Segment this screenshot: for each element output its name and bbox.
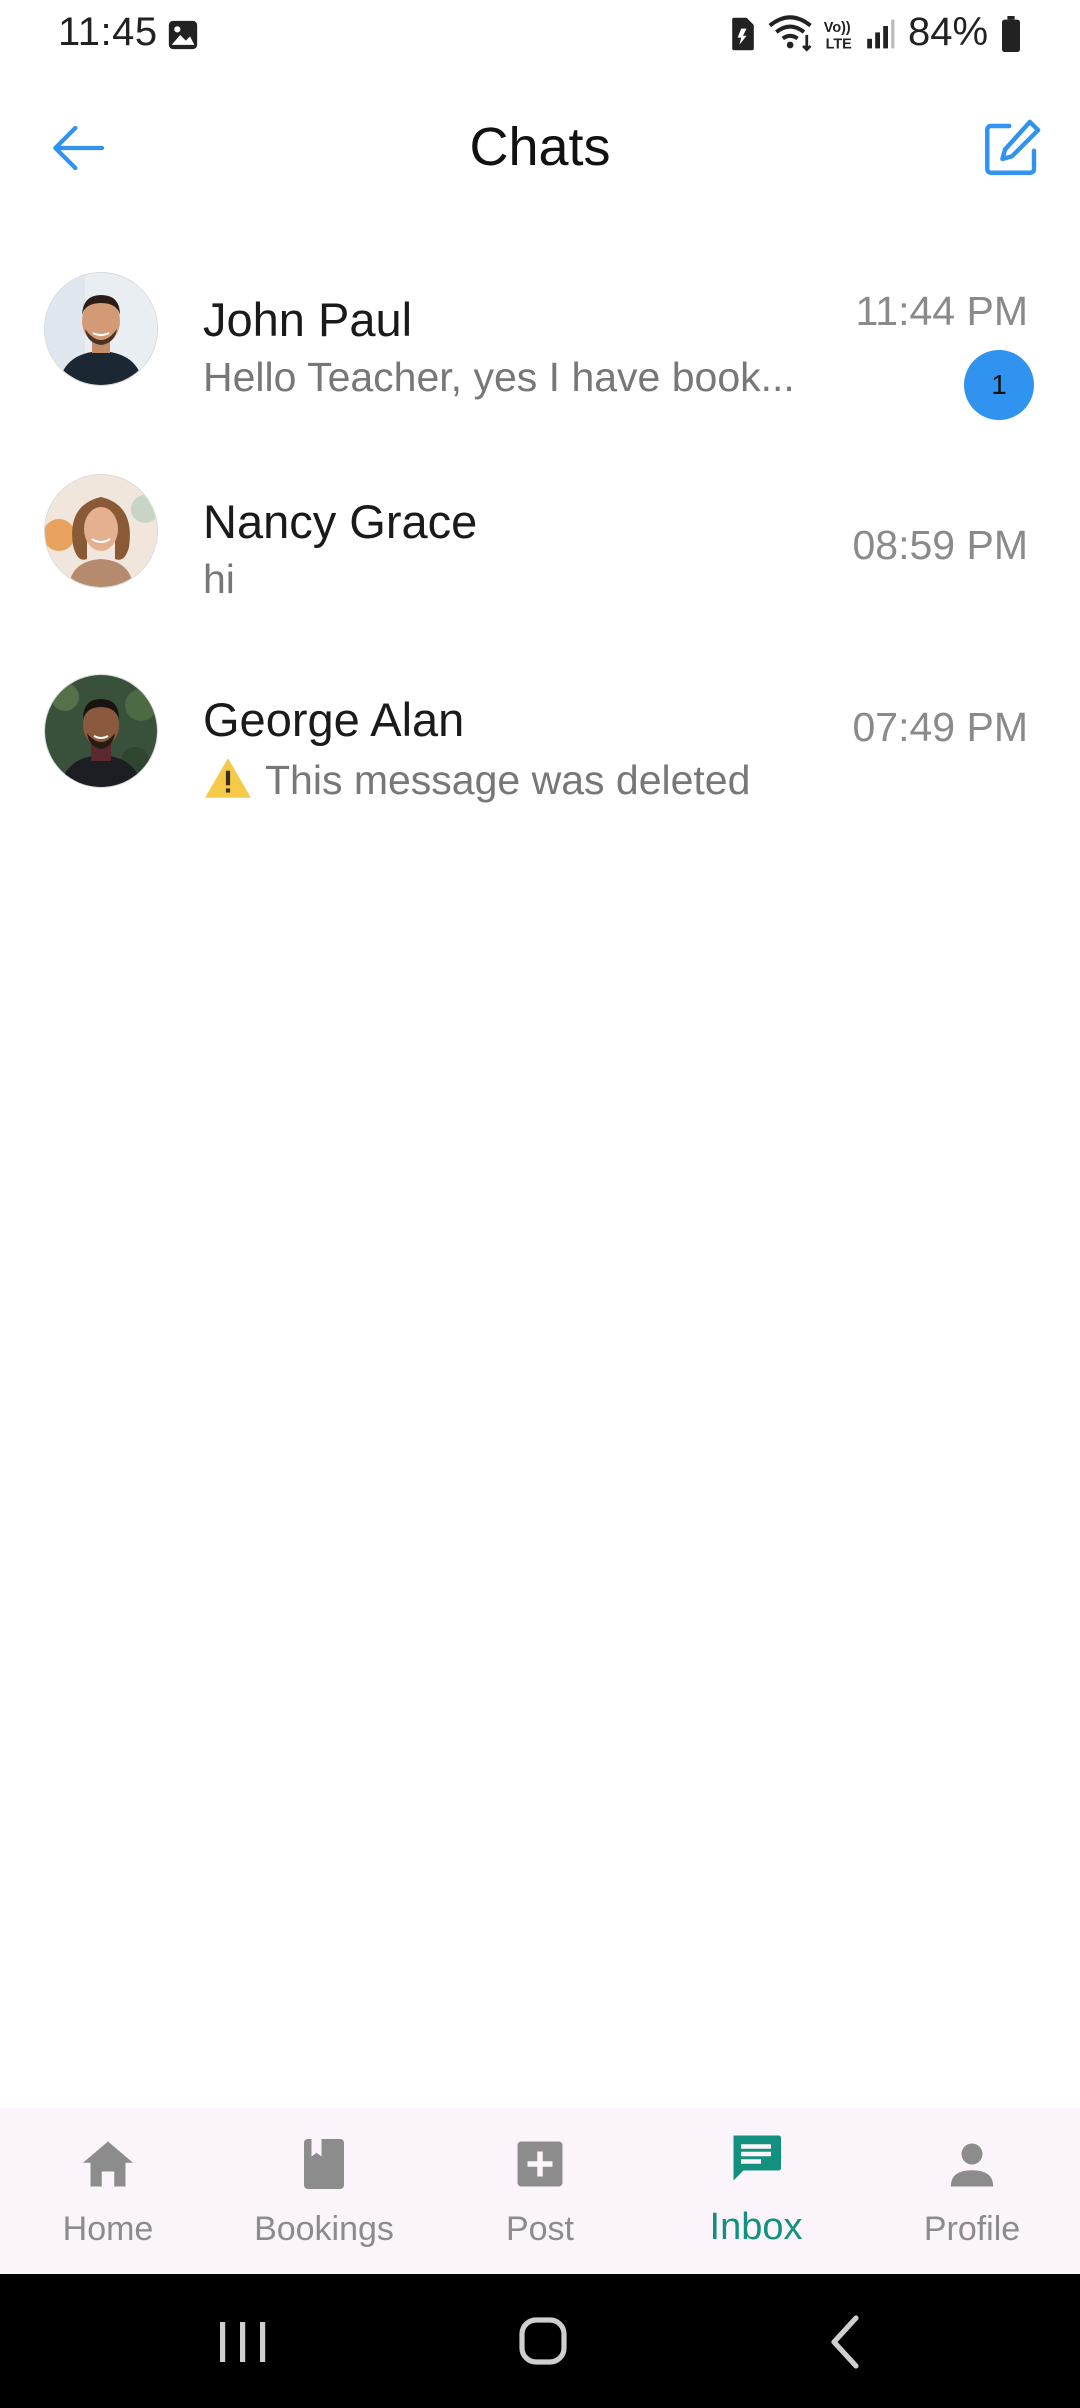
chat-row-nancy-grace[interactable]: Nancy Grace hi 08:59 PM <box>0 472 1080 662</box>
home-icon <box>83 2141 133 2187</box>
chat-row-george-alan[interactable]: George Alan This message was deleted 07:… <box>0 674 1080 864</box>
chat-name: John Paul <box>203 293 413 346</box>
avatar <box>44 272 158 386</box>
chat-time: 08:59 PM <box>852 522 1029 568</box>
compose-button[interactable] <box>972 108 1052 188</box>
nav-label: Post <box>505 2210 575 2248</box>
nav-item-inbox[interactable]: Inbox <box>648 2108 864 2274</box>
avatar <box>44 674 158 788</box>
status-time: 11:45 <box>58 10 158 54</box>
app-header: Chats <box>0 90 1080 210</box>
wifi-icon <box>768 15 812 52</box>
nav-item-profile[interactable]: Profile <box>864 2108 1080 2274</box>
signal-icon <box>867 19 895 49</box>
chat-name: George Alan <box>203 693 465 746</box>
nav-label: Profile <box>923 2210 1021 2248</box>
sim-icon <box>732 17 754 51</box>
nav-label: Inbox <box>709 2206 803 2248</box>
svg-text:LTE: LTE <box>826 36 853 52</box>
chat-time: 07:49 PM <box>852 704 1029 750</box>
chat-preview-text: This message was deleted <box>265 757 751 803</box>
unread-badge: 1 <box>964 350 1034 420</box>
person-icon <box>950 2143 994 2187</box>
system-nav-bar <box>0 2274 1080 2408</box>
gallery-icon <box>168 20 198 50</box>
chat-preview: This message was deleted <box>203 756 750 804</box>
nav-item-home[interactable]: Home <box>0 2108 216 2274</box>
page-title: Chats <box>469 117 611 177</box>
back-nav-icon[interactable] <box>812 2310 882 2374</box>
home-nav-icon[interactable] <box>508 2310 578 2374</box>
nav-item-bookings[interactable]: Bookings <box>216 2108 432 2274</box>
recent-apps-icon[interactable] <box>208 2310 278 2374</box>
nav-label: Home <box>62 2210 154 2248</box>
chat-icon <box>733 2135 781 2181</box>
avatar <box>44 474 158 588</box>
svg-text:Vo)): Vo)) <box>824 20 851 36</box>
chat-time: 11:44 PM <box>855 288 1028 334</box>
nav-label: Bookings <box>254 2210 394 2248</box>
battery-icon <box>1002 16 1020 52</box>
compose-icon <box>985 119 1041 175</box>
battery-percent: 84% <box>908 10 989 54</box>
bookmark-icon <box>304 2139 344 2189</box>
add-box-icon <box>517 2141 563 2187</box>
warning-icon <box>205 758 251 798</box>
nav-item-post[interactable]: Post <box>432 2108 648 2274</box>
chat-row-john-paul[interactable]: John Paul Hello Teacher, yes I have book… <box>0 270 1080 460</box>
bottom-nav: Home Bookings Post Inbox Profile <box>0 2108 1080 2274</box>
chat-preview: hi <box>203 556 235 602</box>
volte-icon: Vo)) LTE <box>824 20 853 52</box>
chat-preview: Hello Teacher, yes I have book... <box>203 354 795 400</box>
chats-screen: 11:45 Vo)) LTE 84% Chats John Paul Hello… <box>0 0 1080 2408</box>
chat-name: Nancy Grace <box>203 495 478 548</box>
status-bar: 11:45 Vo)) LTE 84% <box>0 0 1080 70</box>
